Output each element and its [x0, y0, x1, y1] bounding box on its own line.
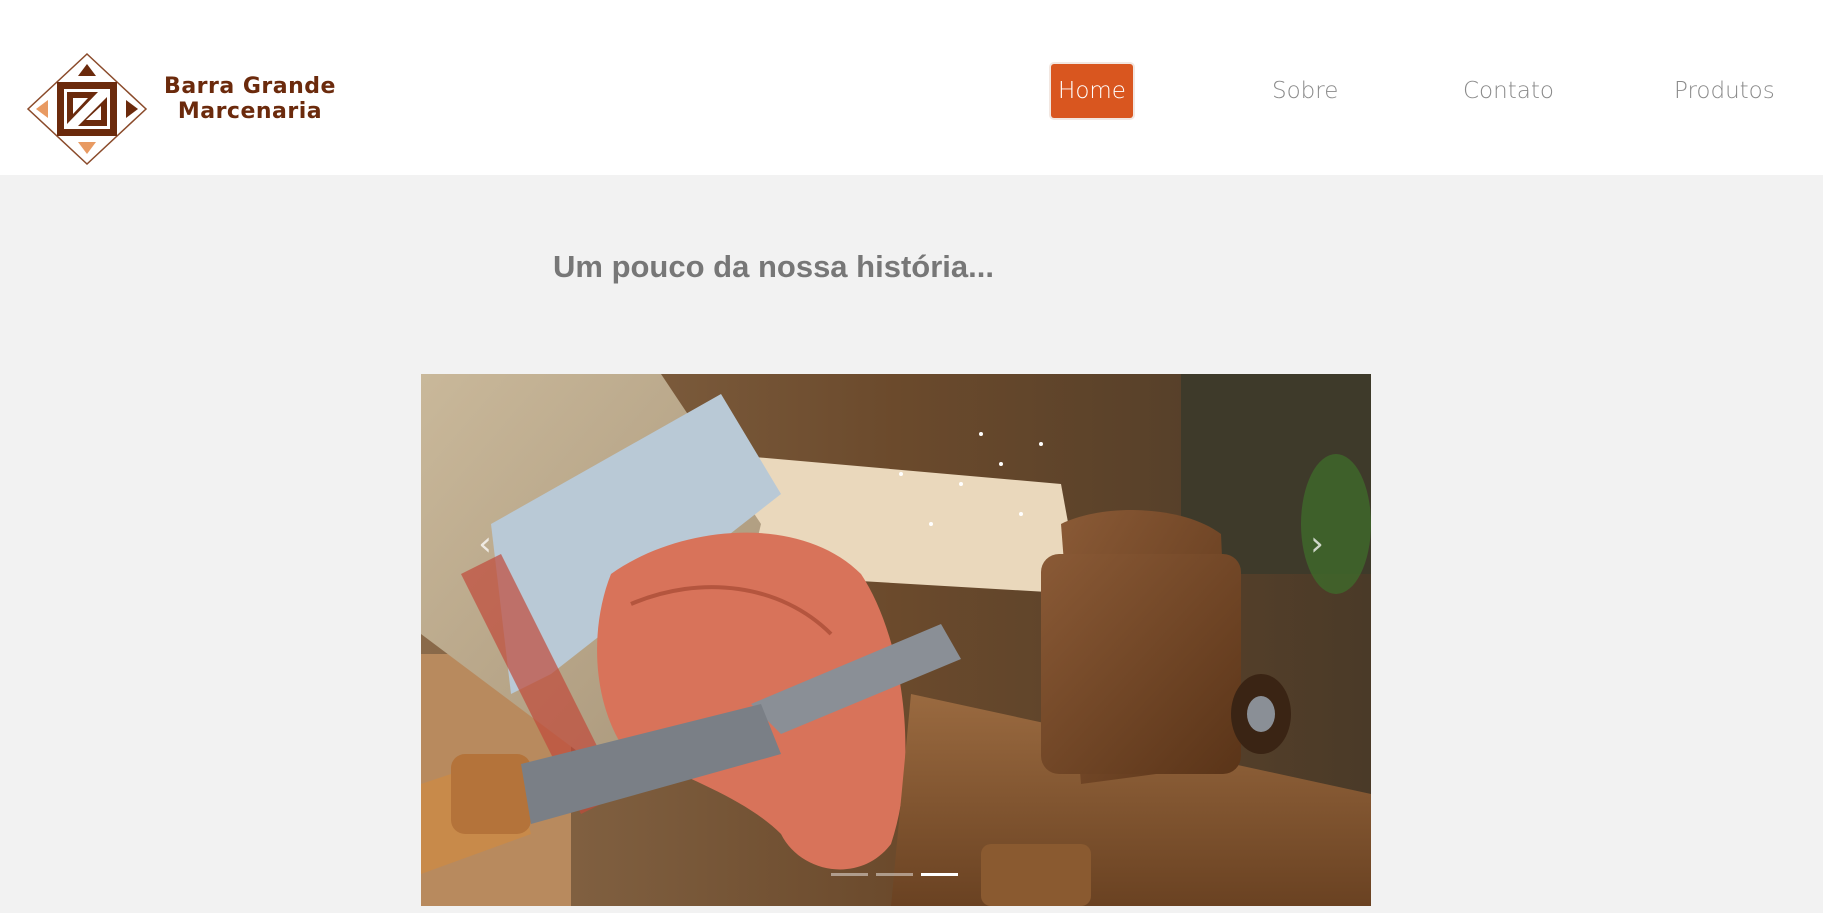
brand-line-2: Marcenaria	[177, 99, 323, 124]
carousel-next-button[interactable]: ›	[1287, 514, 1347, 574]
woodworker-photo	[421, 374, 1371, 906]
nav-sobre[interactable]: Sobre	[1272, 64, 1338, 118]
nav-produtos[interactable]: Produtos	[1674, 64, 1775, 118]
diamond-logo-icon[interactable]	[26, 52, 148, 166]
nav-contato[interactable]: Contato	[1463, 64, 1554, 118]
chevron-right-icon: ›	[1310, 524, 1324, 564]
page-headline: Um pouco da nossa história...	[553, 249, 994, 284]
carousel-indicator-3[interactable]	[921, 873, 958, 876]
brand-line-1: Barra Grande	[164, 74, 336, 99]
image-carousel[interactable]: ‹ ›	[421, 374, 1371, 906]
site-header: Barra Grande Marcenaria Home Sobre Conta…	[0, 0, 1823, 175]
carousel-indicator-2[interactable]	[876, 873, 913, 876]
carousel-indicators	[831, 869, 981, 881]
chevron-left-icon: ‹	[478, 524, 492, 564]
carousel-prev-button[interactable]: ‹	[455, 514, 515, 574]
nav-home[interactable]: Home	[1051, 64, 1133, 118]
brand-name[interactable]: Barra Grande Marcenaria	[160, 74, 340, 124]
carousel-indicator-1[interactable]	[831, 873, 868, 876]
